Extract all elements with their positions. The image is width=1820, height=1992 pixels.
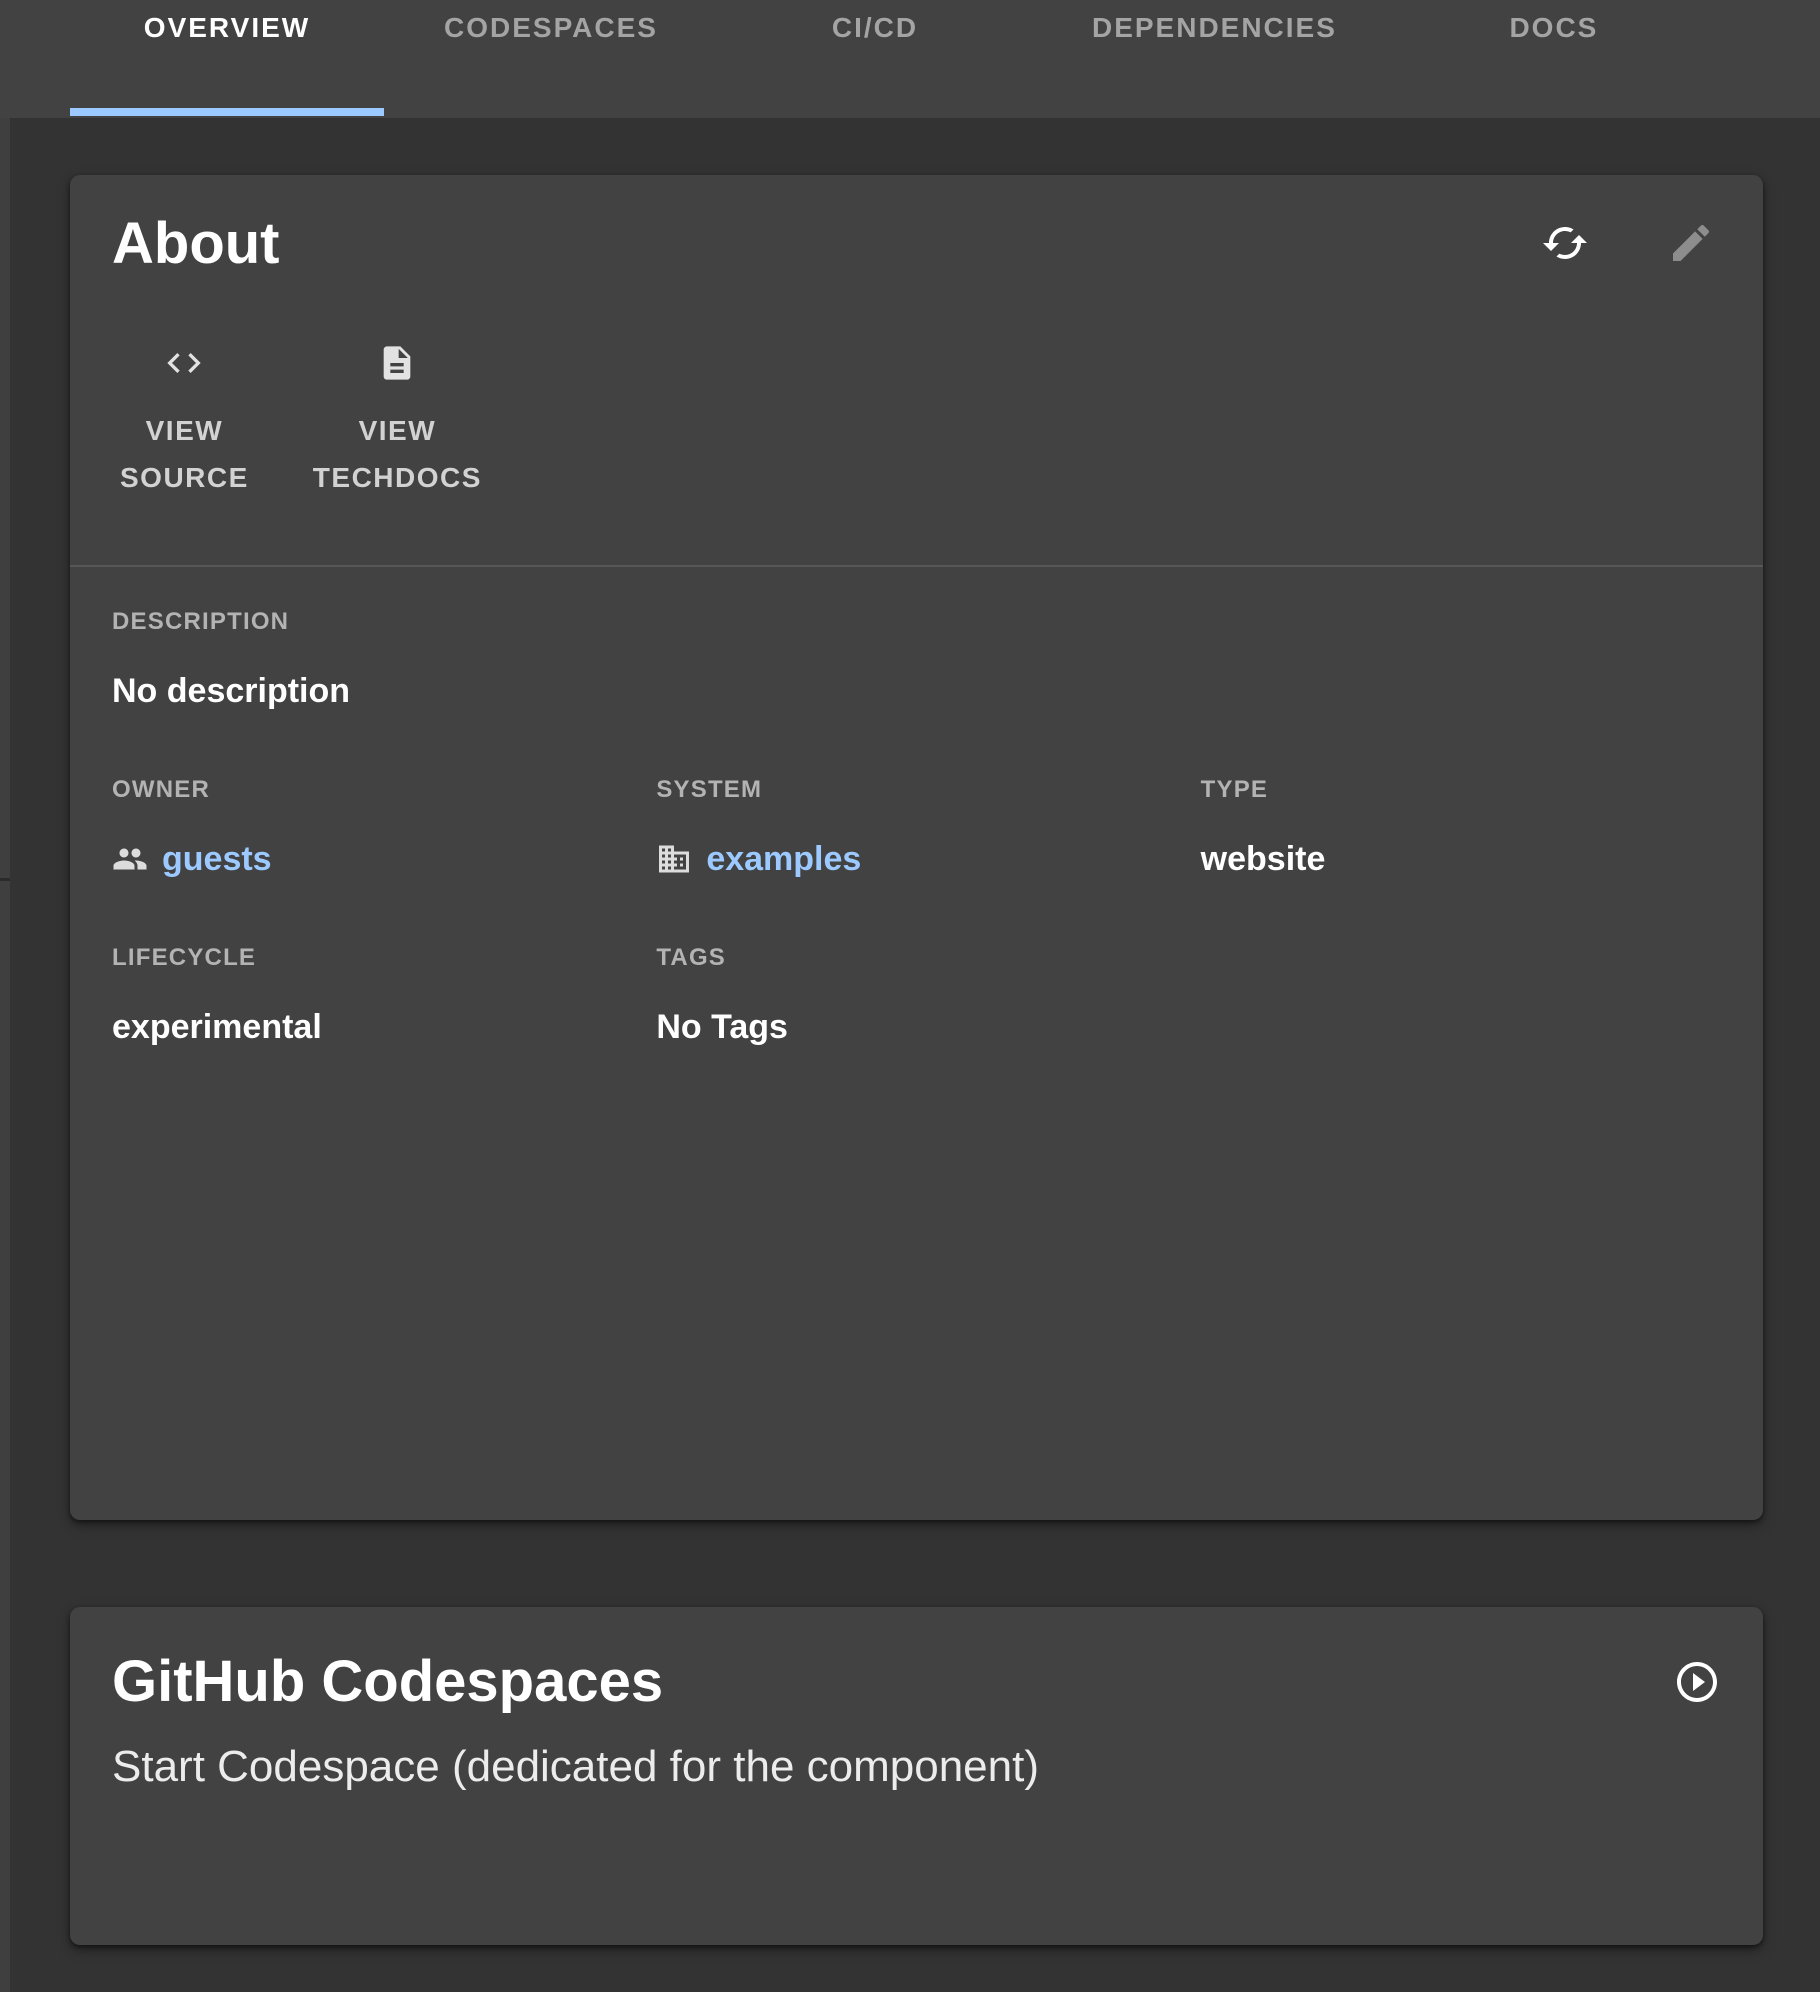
field-system: SYSTEM examples xyxy=(656,775,1176,879)
field-label-description: DESCRIPTION xyxy=(112,607,1721,637)
left-edge-strip xyxy=(0,118,10,1992)
tab-docs-label: DOCS xyxy=(1509,12,1598,43)
about-card-actions xyxy=(1541,219,1715,267)
codespaces-card-title: GitHub Codespaces xyxy=(112,1647,663,1717)
view-techdocs-label: VIEW TECHDOCS xyxy=(313,407,482,501)
codespaces-card-header: GitHub Codespaces xyxy=(112,1647,1721,1717)
left-edge-strip-divider xyxy=(0,878,10,881)
field-owner: OWNER guests xyxy=(112,775,632,879)
tab-codespaces-label: CODESPACES xyxy=(444,12,658,43)
active-tab-indicator xyxy=(70,108,384,116)
owner-link[interactable]: guests xyxy=(112,839,632,879)
view-techdocs-link[interactable]: VIEW TECHDOCS xyxy=(313,343,482,501)
tab-dependencies[interactable]: DEPENDENCIES xyxy=(1032,0,1397,118)
entity-tab-bar: OVERVIEW CODESPACES CI/CD DEPENDENCIES D… xyxy=(0,0,1820,118)
start-codespace-button[interactable] xyxy=(1673,1658,1721,1706)
system-link-label: examples xyxy=(706,839,861,879)
about-card-header: About xyxy=(70,175,1763,279)
field-value-lifecycle: experimental xyxy=(112,1007,632,1047)
entity-overview-page: OVERVIEW CODESPACES CI/CD DEPENDENCIES D… xyxy=(0,0,1820,1992)
about-fields-grid: OWNER guests SYSTEM examples xyxy=(112,775,1721,1047)
field-label-type: TYPE xyxy=(1201,775,1721,805)
field-label-owner: OWNER xyxy=(112,775,632,805)
field-description: DESCRIPTION No description xyxy=(112,607,1721,711)
field-empty xyxy=(1201,943,1721,1047)
owner-link-label: guests xyxy=(162,839,272,879)
group-people-icon xyxy=(112,841,148,877)
about-card-title: About xyxy=(112,209,280,279)
field-tags: TAGS No Tags xyxy=(656,943,1176,1047)
field-label-lifecycle: LIFECYCLE xyxy=(112,943,632,973)
field-lifecycle: LIFECYCLE experimental xyxy=(112,943,632,1047)
tab-overview-label: OVERVIEW xyxy=(144,12,310,43)
system-link[interactable]: examples xyxy=(656,839,1176,879)
edit-pencil-icon xyxy=(1667,219,1715,267)
building-icon xyxy=(656,841,692,877)
refresh-button[interactable] xyxy=(1541,219,1589,267)
view-source-link[interactable]: VIEW SOURCE xyxy=(120,343,249,501)
tab-codespaces[interactable]: CODESPACES xyxy=(384,0,718,118)
code-icon xyxy=(164,343,204,383)
field-value-description: No description xyxy=(112,671,1721,711)
tab-docs[interactable]: DOCS xyxy=(1397,0,1711,118)
codespaces-subtitle: Start Codespace (dedicated for the compo… xyxy=(112,1741,1721,1793)
field-label-tags: TAGS xyxy=(656,943,1176,973)
view-source-label: VIEW SOURCE xyxy=(120,407,249,501)
field-type: TYPE website xyxy=(1201,775,1721,879)
about-card: About VIEW SOURCE xyxy=(70,175,1763,1520)
github-codespaces-card: GitHub Codespaces Start Codespace (dedic… xyxy=(70,1607,1763,1945)
field-value-type: website xyxy=(1201,839,1721,879)
document-icon xyxy=(377,343,417,383)
cached-refresh-icon xyxy=(1541,219,1589,267)
field-value-tags: No Tags xyxy=(656,1007,1176,1047)
edit-button[interactable] xyxy=(1667,219,1715,267)
tab-overview[interactable]: OVERVIEW xyxy=(70,0,384,118)
tabs: OVERVIEW CODESPACES CI/CD DEPENDENCIES D… xyxy=(0,0,1820,118)
about-card-content: DESCRIPTION No description OWNER guests … xyxy=(70,567,1763,1047)
field-label-system: SYSTEM xyxy=(656,775,1176,805)
tab-dependencies-label: DEPENDENCIES xyxy=(1092,12,1337,43)
tab-cicd[interactable]: CI/CD xyxy=(718,0,1032,118)
about-card-icon-links: VIEW SOURCE VIEW TECHDOCS xyxy=(70,279,1763,501)
tab-cicd-label: CI/CD xyxy=(832,12,918,43)
play-circle-icon xyxy=(1673,1658,1721,1706)
